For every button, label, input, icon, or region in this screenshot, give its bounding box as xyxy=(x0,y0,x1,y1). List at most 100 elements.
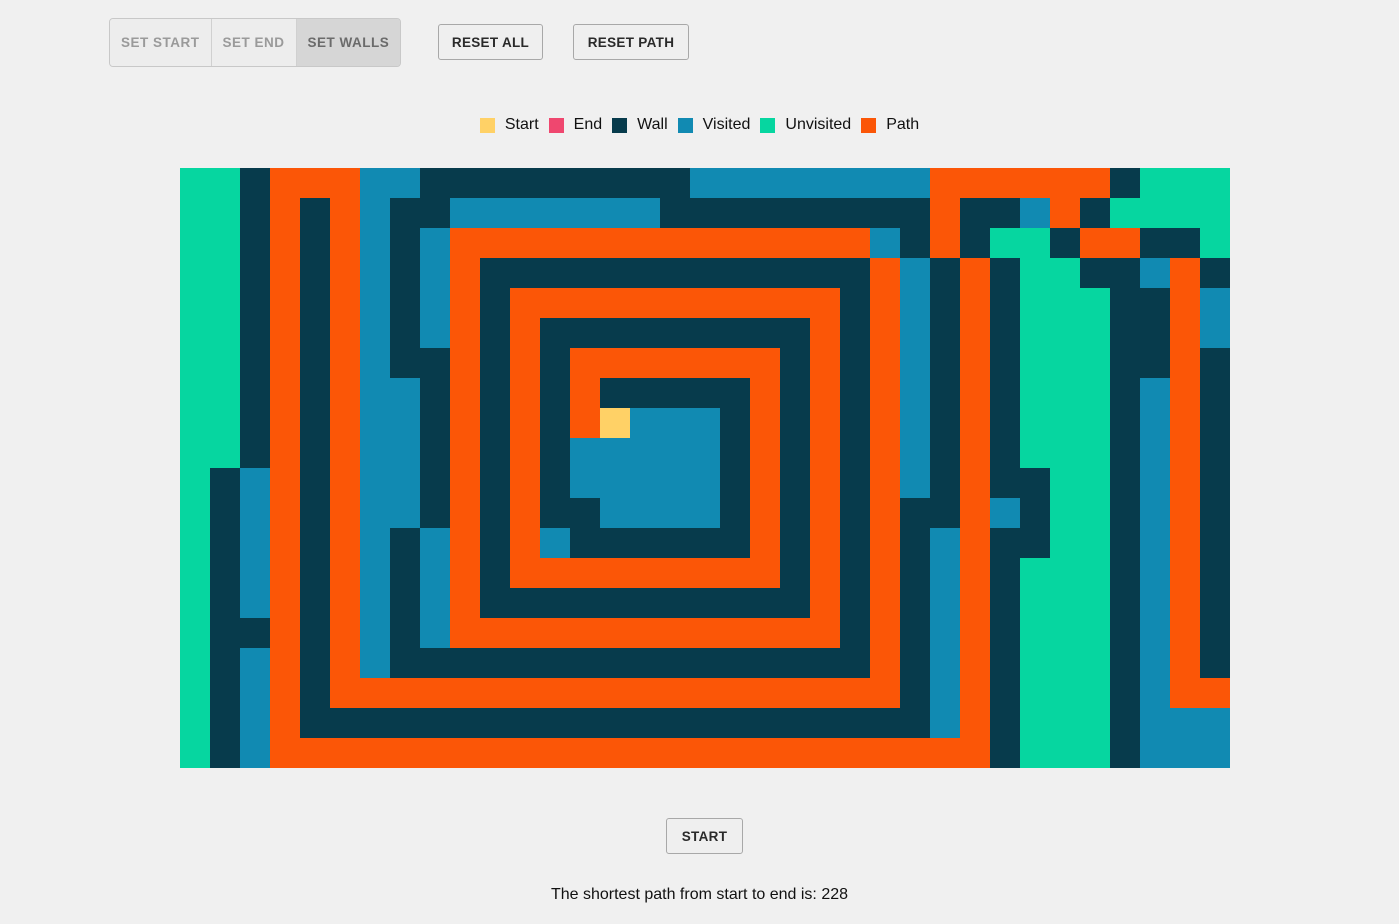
grid-cell-visited[interactable] xyxy=(900,168,930,198)
grid-cell-visited[interactable] xyxy=(1200,318,1230,348)
grid-cell-path[interactable] xyxy=(270,168,300,198)
grid-cell-path[interactable] xyxy=(870,738,900,768)
grid-cell-wall[interactable] xyxy=(690,708,720,738)
grid-cell-path[interactable] xyxy=(960,258,990,288)
grid-cell-wall[interactable] xyxy=(1110,288,1140,318)
grid-cell-path[interactable] xyxy=(330,558,360,588)
grid-cell-wall[interactable] xyxy=(930,438,960,468)
grid-cell-path[interactable] xyxy=(720,558,750,588)
grid-cell-wall[interactable] xyxy=(480,348,510,378)
grid-cell-visited[interactable] xyxy=(390,378,420,408)
grid-cell-unvisited[interactable] xyxy=(1050,558,1080,588)
grid-cell-wall[interactable] xyxy=(1110,648,1140,678)
grid-cell-path[interactable] xyxy=(600,348,630,378)
grid-cell-wall[interactable] xyxy=(840,528,870,558)
grid-cell-path[interactable] xyxy=(270,288,300,318)
grid-cell-path[interactable] xyxy=(750,528,780,558)
grid-cell-wall[interactable] xyxy=(780,588,810,618)
grid-cell-path[interactable] xyxy=(450,468,480,498)
grid-cell-path[interactable] xyxy=(720,228,750,258)
grid-cell-path[interactable] xyxy=(450,528,480,558)
grid-cell-unvisited[interactable] xyxy=(1020,438,1050,468)
grid-cell-wall[interactable] xyxy=(390,528,420,558)
grid-cell-wall[interactable] xyxy=(720,528,750,558)
grid-cell-wall[interactable] xyxy=(240,168,270,198)
grid-cell-wall[interactable] xyxy=(870,708,900,738)
grid-cell-visited[interactable] xyxy=(240,738,270,768)
grid-cell-path[interactable] xyxy=(1170,318,1200,348)
grid-cell-visited[interactable] xyxy=(900,378,930,408)
grid-cell-wall[interactable] xyxy=(930,468,960,498)
grid-cell-path[interactable] xyxy=(660,618,690,648)
grid-cell-path[interactable] xyxy=(450,618,480,648)
grid-cell-wall[interactable] xyxy=(1200,498,1230,528)
grid-cell-unvisited[interactable] xyxy=(210,258,240,288)
grid-cell-unvisited[interactable] xyxy=(1050,348,1080,378)
grid-cell-path[interactable] xyxy=(630,618,660,648)
grid-cell-visited[interactable] xyxy=(690,498,720,528)
grid-cell-wall[interactable] xyxy=(720,198,750,228)
grid-cell-wall[interactable] xyxy=(1200,588,1230,618)
grid-cell-wall[interactable] xyxy=(750,648,780,678)
grid-cell-wall[interactable] xyxy=(1140,348,1170,378)
grid-cell-wall[interactable] xyxy=(750,708,780,738)
grid-cell-unvisited[interactable] xyxy=(1140,168,1170,198)
grid-cell-path[interactable] xyxy=(270,468,300,498)
grid-cell-path[interactable] xyxy=(300,738,330,768)
grid-cell-visited[interactable] xyxy=(930,558,960,588)
grid-cell-path[interactable] xyxy=(690,348,720,378)
grid-cell-unvisited[interactable] xyxy=(1080,528,1110,558)
grid-cell-path[interactable] xyxy=(270,738,300,768)
grid-cell-wall[interactable] xyxy=(750,198,780,228)
grid-cell-path[interactable] xyxy=(390,738,420,768)
grid-cell-wall[interactable] xyxy=(990,528,1020,558)
grid-cell-unvisited[interactable] xyxy=(1080,618,1110,648)
grid-cell-wall[interactable] xyxy=(780,558,810,588)
grid-cell-path[interactable] xyxy=(750,348,780,378)
grid-cell-wall[interactable] xyxy=(570,318,600,348)
grid-cell-path[interactable] xyxy=(1170,348,1200,378)
grid-cell-wall[interactable] xyxy=(540,438,570,468)
grid-cell-wall[interactable] xyxy=(900,648,930,678)
grid-cell-wall[interactable] xyxy=(240,258,270,288)
grid-cell-path[interactable] xyxy=(750,288,780,318)
grid-cell-wall[interactable] xyxy=(900,588,930,618)
grid-cell-wall[interactable] xyxy=(240,228,270,258)
grid-cell-visited[interactable] xyxy=(840,168,870,198)
grid-cell-path[interactable] xyxy=(540,618,570,648)
grid-cell-path[interactable] xyxy=(960,588,990,618)
grid-cell-visited[interactable] xyxy=(720,168,750,198)
grid-cell-visited[interactable] xyxy=(360,498,390,528)
grid-cell-path[interactable] xyxy=(630,558,660,588)
grid-cell-path[interactable] xyxy=(750,738,780,768)
grid-cell-unvisited[interactable] xyxy=(1080,498,1110,528)
grid-cell-wall[interactable] xyxy=(990,678,1020,708)
grid-cell-wall[interactable] xyxy=(630,528,660,558)
grid-cell-path[interactable] xyxy=(810,738,840,768)
grid-cell-wall[interactable] xyxy=(480,288,510,318)
grid-cell-path[interactable] xyxy=(330,588,360,618)
grid-cell-wall[interactable] xyxy=(930,498,960,528)
grid-cell-wall[interactable] xyxy=(1110,588,1140,618)
grid-cell-unvisited[interactable] xyxy=(1080,378,1110,408)
grid-cell-wall[interactable] xyxy=(1020,468,1050,498)
grid-cell-path[interactable] xyxy=(600,228,630,258)
grid-cell-wall[interactable] xyxy=(840,288,870,318)
grid-cell-wall[interactable] xyxy=(540,588,570,618)
grid-cell-unvisited[interactable] xyxy=(210,318,240,348)
grid-cell-wall[interactable] xyxy=(960,198,990,228)
grid-cell-path[interactable] xyxy=(780,678,810,708)
grid-cell-path[interactable] xyxy=(270,708,300,738)
grid-cell-wall[interactable] xyxy=(810,198,840,228)
grid-cell-wall[interactable] xyxy=(1110,408,1140,438)
grid-cell-path[interactable] xyxy=(480,738,510,768)
grid-cell-path[interactable] xyxy=(930,168,960,198)
grid-cell-path[interactable] xyxy=(480,618,510,648)
grid-cell-path[interactable] xyxy=(570,348,600,378)
grid-cell-unvisited[interactable] xyxy=(1080,438,1110,468)
grid-cell-path[interactable] xyxy=(450,348,480,378)
grid-cell-unvisited[interactable] xyxy=(1050,498,1080,528)
grid-cell-path[interactable] xyxy=(750,408,780,438)
grid-cell-visited[interactable] xyxy=(540,528,570,558)
grid-cell-wall[interactable] xyxy=(1110,528,1140,558)
